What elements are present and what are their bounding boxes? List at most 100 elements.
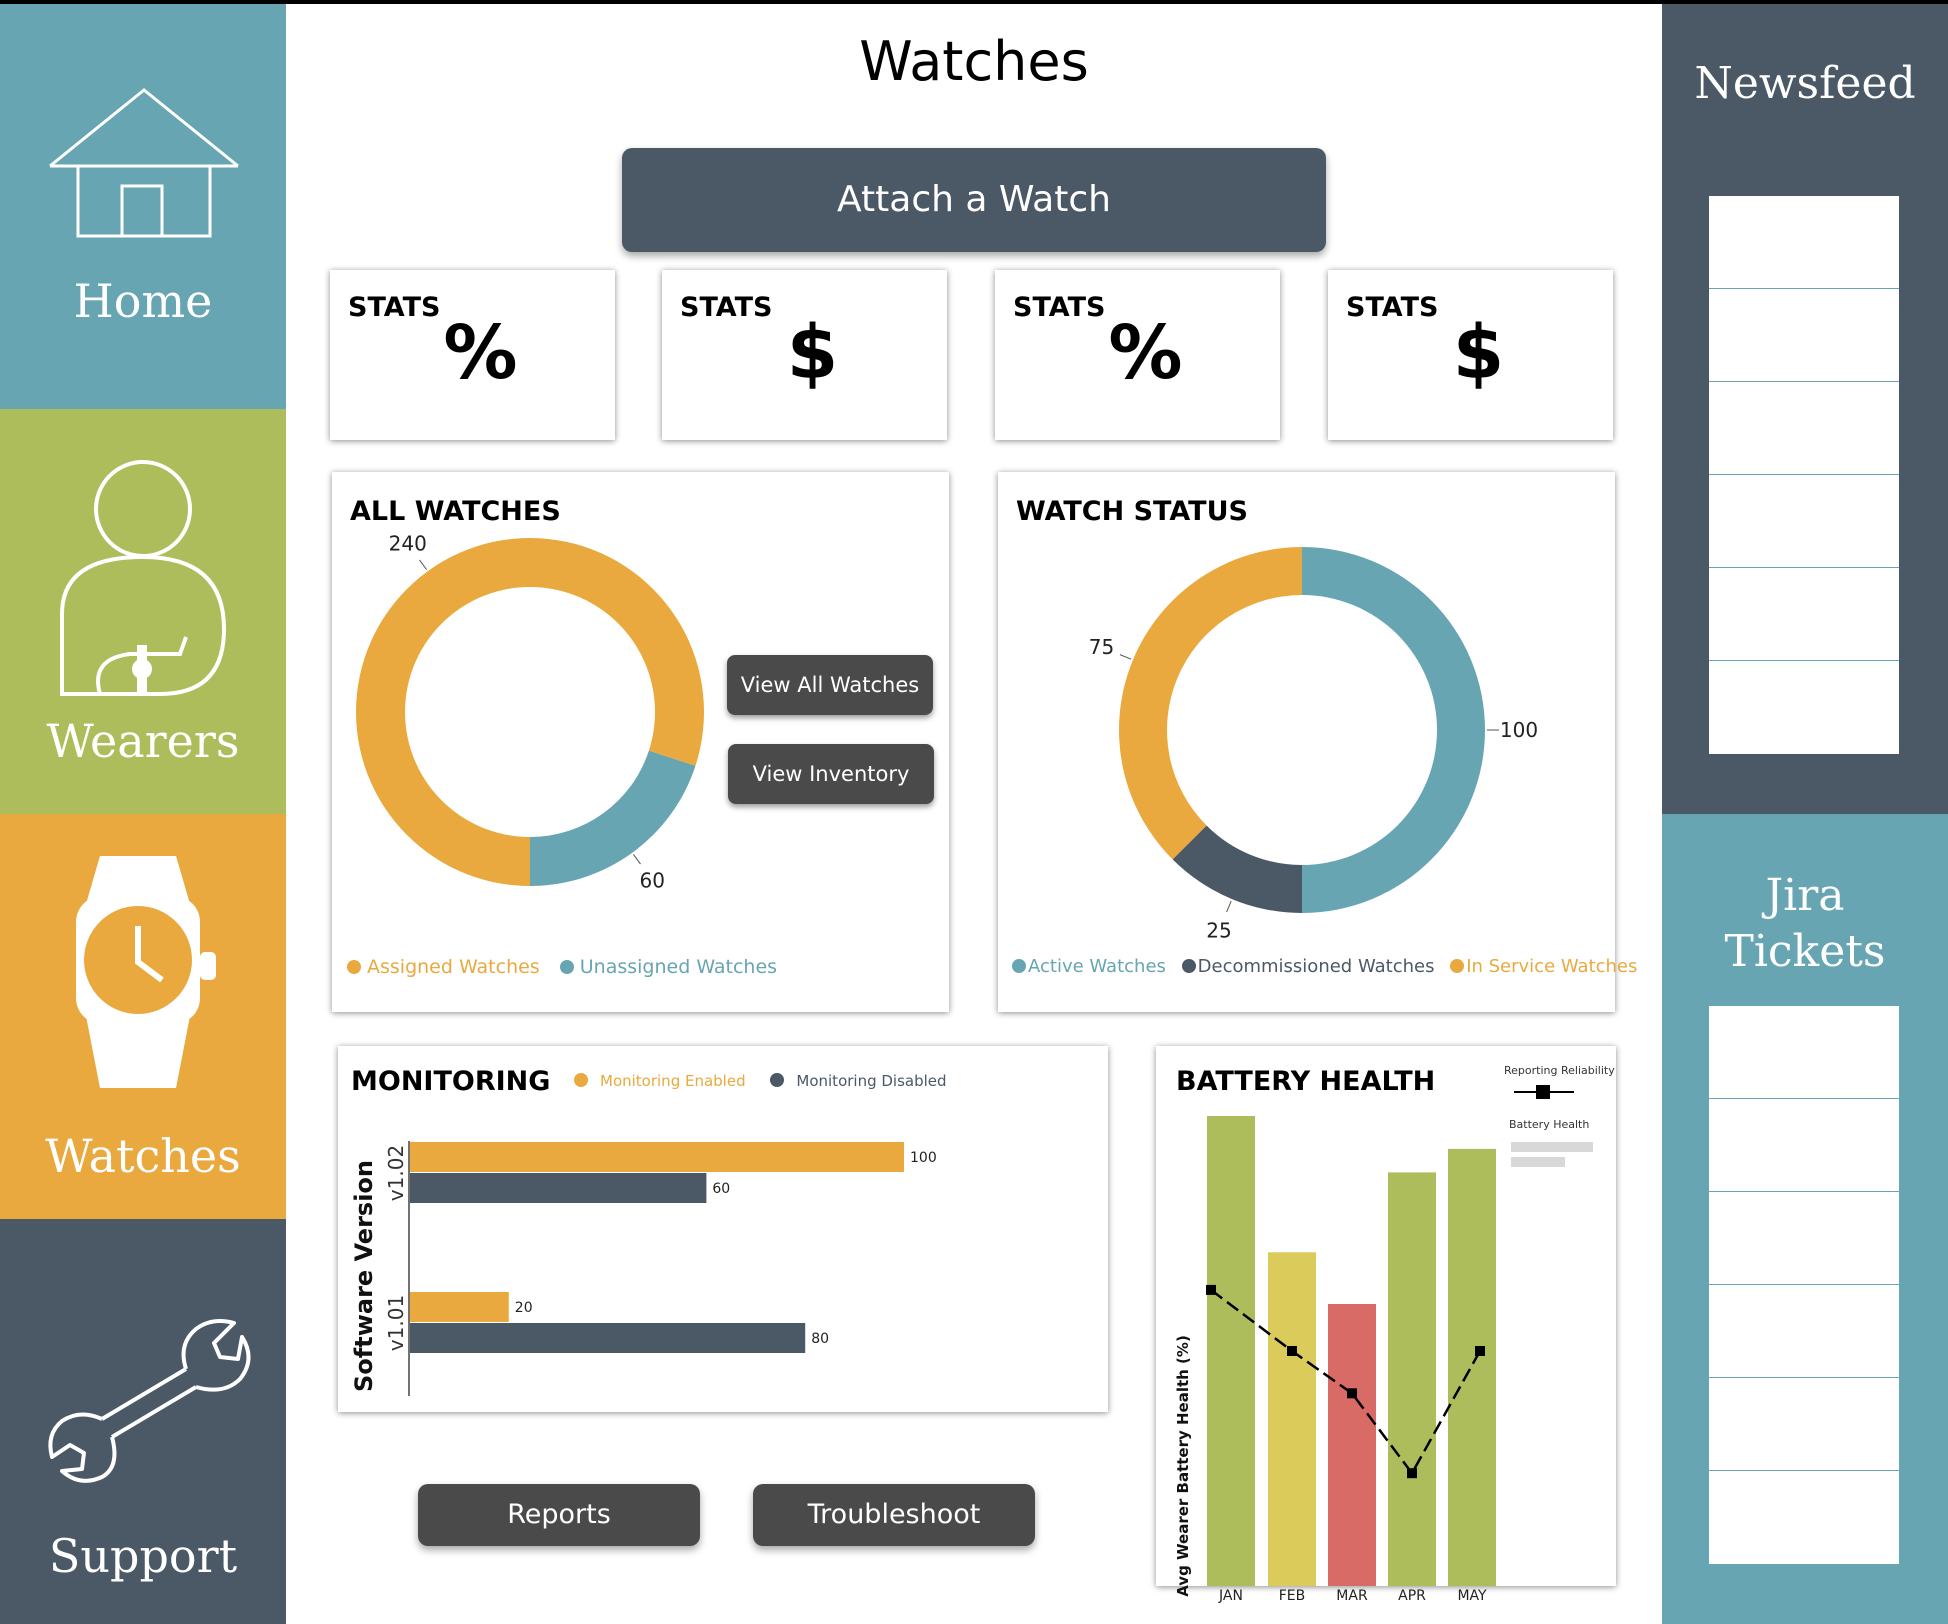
- jira-ticket-item[interactable]: [1709, 1471, 1899, 1564]
- jira-ticket-item[interactable]: [1709, 1192, 1899, 1285]
- monitoring-bar-chart: 100 60 v1.02 20 80 v1.01Software Version: [350, 1141, 937, 1396]
- reliability-marker: [1347, 1388, 1357, 1399]
- view-all-watches-button[interactable]: View All Watches: [727, 655, 933, 715]
- slice-label: 75: [1089, 635, 1114, 659]
- page-title: Watches: [859, 30, 1089, 93]
- monitoring-bar: [410, 1142, 904, 1172]
- nav-home-label: Home: [73, 274, 213, 328]
- x-tick-label: MAR: [1336, 1588, 1368, 1604]
- jira-ticket-item[interactable]: [1709, 1099, 1899, 1192]
- home-icon: [49, 88, 239, 238]
- jira-ticket-item[interactable]: [1709, 1285, 1899, 1378]
- newsfeed-item[interactable]: [1709, 382, 1899, 475]
- donut-slice: [1119, 547, 1302, 860]
- newsfeed-item[interactable]: [1709, 475, 1899, 568]
- stats-value: $: [786, 310, 839, 396]
- slice-label: 100: [1500, 718, 1538, 742]
- nav-watches[interactable]: Watches: [0, 814, 286, 1219]
- monitoring-bar: [410, 1173, 707, 1203]
- slice-label: 240: [389, 532, 427, 556]
- left-nav: Home Wearers Watches Support: [0, 4, 286, 1624]
- jira-list: [1709, 1006, 1899, 1564]
- battery-bar: [1448, 1148, 1496, 1586]
- battery-health-chart: JAN FEB MAR APR MAY Avg Wearer Battery Health…: [1174, 1064, 1615, 1604]
- slice-leader-line: [633, 854, 641, 865]
- jira-title-line1: Jira: [1765, 870, 1845, 921]
- legend-dot: [1181, 959, 1196, 973]
- battery-bar: [1328, 1304, 1376, 1586]
- battery-bar: [1268, 1252, 1316, 1586]
- legend-label: Active Watches: [1028, 956, 1166, 977]
- newsfeed-title: Newsfeed: [1694, 58, 1916, 109]
- battery-bar: [1207, 1116, 1255, 1586]
- legend-label: Assigned Watches: [367, 956, 540, 978]
- slice-leader-line: [1226, 900, 1232, 913]
- reports-button[interactable]: Reports: [418, 1484, 700, 1546]
- legend-item: Unassigned Watches: [559, 956, 777, 978]
- nav-wearers-label: Wearers: [46, 714, 240, 768]
- legend-item: Decommissioned Watches: [1181, 956, 1435, 977]
- x-tick-label: APR: [1398, 1588, 1426, 1604]
- nav-watches-label: Watches: [45, 1129, 241, 1183]
- legend-line-label: Reporting Reliability: [1504, 1064, 1615, 1077]
- nav-wearers[interactable]: Wearers: [0, 409, 286, 814]
- view-inventory-button[interactable]: View Inventory: [728, 744, 934, 804]
- legend-item: In Service Watches: [1450, 956, 1637, 977]
- watch-status-legend: Active Watches Decommissioned Watches In…: [1012, 956, 1637, 977]
- attach-watch-button[interactable]: Attach a Watch: [622, 148, 1326, 252]
- nav-support[interactable]: Support: [0, 1219, 286, 1624]
- all-watches-card: ALL WATCHES 60 240 View All Watches View …: [332, 472, 949, 1012]
- watch-status-donut: 100 25 75: [1089, 547, 1538, 942]
- bar-value-label: 80: [811, 1331, 829, 1347]
- slice-leader-line: [419, 559, 427, 570]
- newsfeed-list: [1709, 196, 1899, 754]
- all-watches-donut: 60 240: [356, 532, 704, 892]
- reliability-marker: [1475, 1346, 1485, 1356]
- monitoring-bar: [410, 1323, 806, 1353]
- legend-item: Active Watches: [1012, 956, 1166, 977]
- stats-value: $: [1452, 310, 1505, 396]
- stats-value: %: [1108, 310, 1183, 396]
- jira-ticket-item[interactable]: [1709, 1378, 1899, 1471]
- legend-dot: [559, 960, 574, 974]
- legend-label: In Service Watches: [1466, 956, 1638, 977]
- troubleshoot-button[interactable]: Troubleshoot: [753, 1484, 1035, 1546]
- nav-support-label: Support: [48, 1529, 238, 1583]
- bar-value-label: 100: [910, 1150, 937, 1166]
- legend-dot: [1012, 959, 1026, 973]
- legend-bar-label: Battery Health: [1509, 1118, 1589, 1131]
- slice-leader-line: [1119, 654, 1132, 660]
- category-label: v1.02: [384, 1145, 408, 1201]
- x-tick-label: JAN: [1218, 1588, 1243, 1604]
- newsfeed-panel: Newsfeed: [1662, 4, 1948, 814]
- legend-dot: [347, 960, 361, 974]
- category-label: v1.01: [384, 1295, 408, 1351]
- jira-ticket-item[interactable]: [1709, 1006, 1899, 1099]
- slice-label: 25: [1206, 918, 1231, 942]
- legend-label: Decommissioned Watches: [1197, 956, 1435, 977]
- monitoring-bar: [410, 1292, 509, 1322]
- bar-value-label: 20: [515, 1300, 533, 1316]
- top-border: [0, 0, 1948, 4]
- reliability-marker: [1206, 1284, 1216, 1295]
- y-axis-label: Software Version: [350, 1160, 378, 1392]
- newsfeed-item[interactable]: [1709, 289, 1899, 382]
- donut-slice: [530, 750, 696, 886]
- legend-bar-swatch: [1511, 1142, 1593, 1152]
- stats-card: STATS $: [1328, 270, 1613, 440]
- stats-card: STATS %: [330, 270, 615, 440]
- legend-item: Assigned Watches: [347, 956, 540, 978]
- nav-home[interactable]: Home: [0, 4, 286, 409]
- monitoring-card: MONITORING Monitoring Enabled Monitoring…: [338, 1046, 1108, 1412]
- y-axis-label: Avg Wearer Battery Health (%): [1174, 1335, 1192, 1597]
- legend-bar-swatch: [1511, 1157, 1565, 1167]
- reliability-marker: [1407, 1468, 1417, 1479]
- reliability-marker: [1287, 1346, 1297, 1356]
- battery-bar: [1388, 1172, 1436, 1586]
- jira-panel: Jira Tickets: [1662, 814, 1948, 1624]
- legend-marker-swatch: [1536, 1085, 1550, 1099]
- newsfeed-item[interactable]: [1709, 568, 1899, 661]
- newsfeed-item[interactable]: [1709, 661, 1899, 754]
- newsfeed-item[interactable]: [1709, 196, 1899, 289]
- watch-status-card: WATCH STATUS 100 25 75 Active Watches Deco…: [998, 472, 1637, 1012]
